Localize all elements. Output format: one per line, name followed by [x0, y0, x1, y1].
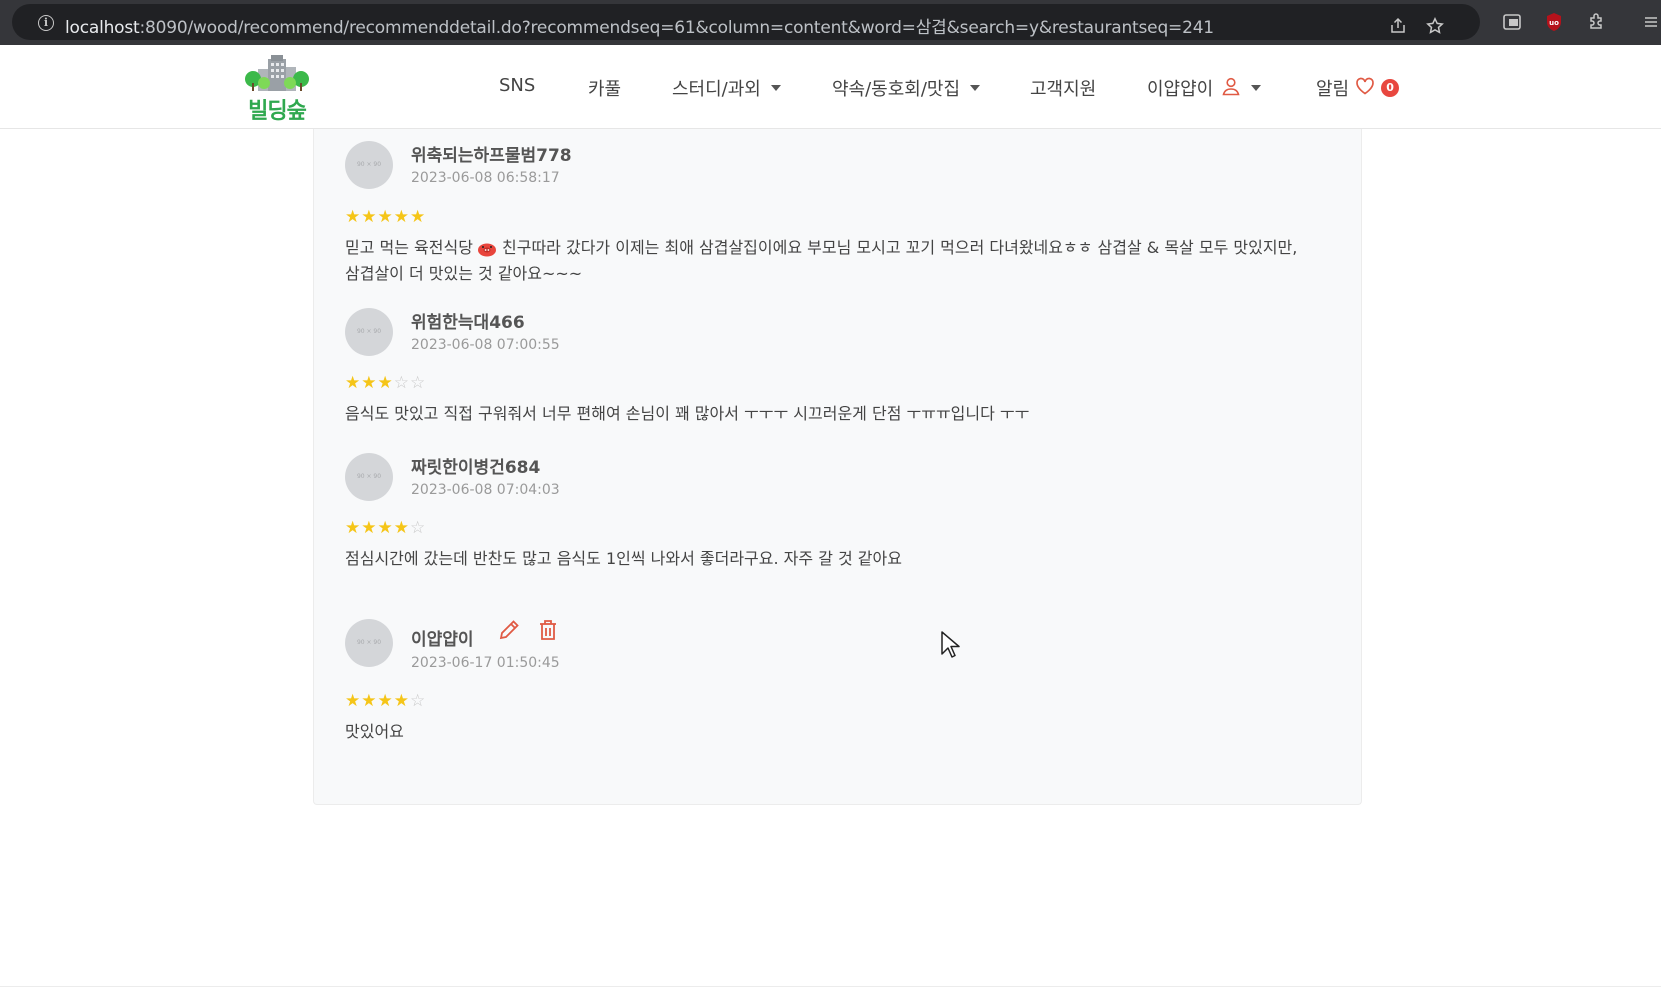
stars-empty: ☆ — [409, 518, 427, 538]
review-content: 점심시간에 갔는데 반찬도 많고 음식도 1인씩 나와서 좋더라구요. 자주 갈… — [345, 549, 902, 568]
footer-divider — [0, 986, 1661, 987]
nav-meet-label: 약속/동호회/맛집 — [832, 79, 961, 100]
star-rating: ★★★★☆ — [345, 518, 426, 538]
review-item: 90 × 90 짜릿한이병건684 2023-06-08 07:04:03 ★★… — [345, 453, 1345, 568]
star-rating: ★★★★★ — [345, 207, 426, 227]
review-nickname: 위험한늑대466 — [411, 313, 525, 333]
nav-alarm[interactable]: 알림 0 — [1316, 75, 1400, 101]
nav-alarm-label: 알림 — [1316, 79, 1350, 100]
stars-empty: ☆☆ — [393, 373, 427, 393]
review-item-own: 90 × 90 이얍얍이 2023-06-17 01:50:45 ★★★★☆ 맛… — [345, 617, 1345, 741]
avatar: 90 × 90 — [345, 141, 393, 189]
bookmark-star-icon[interactable] — [1421, 12, 1449, 40]
review-nickname: 위축되는하프물범778 — [411, 146, 572, 166]
url-text[interactable]: localhost:8090/wood/recommend/recommendd… — [65, 13, 1214, 38]
stars-filled: ★★★★★ — [345, 207, 427, 227]
nav-carpool[interactable]: 카풀 — [588, 75, 621, 101]
stars-empty: ☆ — [409, 691, 427, 711]
nav-study-label: 스터디/과외 — [672, 79, 761, 100]
review-content-text-a: 믿고 먹는 육전식당 — [345, 238, 473, 257]
review-date: 2023-06-17 01:50:45 — [411, 655, 560, 671]
nav-support-label: 고객지원 — [1030, 79, 1097, 100]
nav-study[interactable]: 스터디/과외 — [672, 75, 781, 101]
user-icon — [1221, 76, 1241, 101]
extensions-puzzle-icon[interactable] — [1583, 8, 1611, 36]
svg-text:uo: uo — [1549, 19, 1559, 27]
review-content-text-c: 삼겹살이 더 맛있는 것 같아요~~~ — [345, 264, 583, 283]
review-content: 맛있어요 — [345, 722, 404, 741]
stars-filled: ★★★ — [345, 373, 394, 393]
nav-sns-label: SNS — [499, 75, 536, 96]
site-header: 빌딩숲 SNS 카풀 스터디/과외 약속/동호회/맛집 고객지원 이얍얍이 알림… — [0, 45, 1661, 129]
review-list-card: 90 × 90 위축되는하프물범778 2023-06-08 06:58:17 … — [313, 129, 1362, 805]
star-rating: ★★★☆☆ — [345, 373, 426, 393]
mouse-cursor-icon — [940, 630, 962, 660]
heart-icon — [1355, 77, 1375, 100]
alarm-count-badge: 0 — [1381, 79, 1400, 97]
share-icon[interactable] — [1384, 12, 1412, 40]
star-rating: ★★★★☆ — [345, 691, 426, 711]
review-item: 90 × 90 위축되는하프물범778 2023-06-08 06:58:17 … — [345, 141, 1345, 283]
avatar: 90 × 90 — [345, 453, 393, 501]
main-nav: SNS 카풀 스터디/과외 약속/동호회/맛집 고객지원 이얍얍이 알림 0 — [0, 75, 1661, 101]
review-content: 믿고 먹는 육전식당 친구따라 갔다가 이제는 최애 삼겹살집이에요 부모님 모… — [345, 237, 1345, 285]
caret-down-icon — [970, 85, 981, 91]
nav-user-menu[interactable]: 이얍얍이 — [1147, 75, 1262, 101]
nav-carpool-label: 카풀 — [588, 79, 622, 100]
review-content: 음식도 맛있고 직접 구워줘서 너무 편해여 손님이 꽤 많아서 ㅜㅜㅜ 시끄러… — [345, 404, 1030, 423]
stars-filled: ★★★★ — [345, 691, 410, 711]
review-date: 2023-06-08 06:58:17 — [411, 170, 560, 186]
address-bar[interactable]: i localhost:8090/wood/recommend/recommen… — [12, 4, 1480, 40]
ublock-extension-icon[interactable]: uo — [1540, 8, 1568, 36]
info-icon[interactable]: i — [38, 15, 54, 31]
avatar: 90 × 90 — [345, 308, 393, 356]
stars-filled: ★★★★ — [345, 518, 410, 538]
review-date: 2023-06-08 07:04:03 — [411, 482, 560, 498]
url-path: :8090/wood/recommend/recommenddetail.do?… — [139, 18, 1215, 38]
pig-emoji-icon — [477, 239, 497, 263]
edit-pencil-icon[interactable] — [496, 617, 522, 643]
nav-meet[interactable]: 약속/동호회/맛집 — [832, 75, 981, 101]
browser-toolbar: i localhost:8090/wood/recommend/recommen… — [0, 0, 1661, 45]
caret-down-icon — [770, 85, 781, 91]
url-host: localhost — [65, 18, 140, 38]
delete-trash-icon[interactable] — [535, 617, 561, 643]
nav-sns[interactable]: SNS — [499, 75, 535, 96]
review-date: 2023-06-08 07:00:55 — [411, 337, 560, 353]
nav-user-label: 이얍얍이 — [1147, 79, 1214, 100]
caret-down-icon — [1251, 85, 1262, 91]
tab-search-icon[interactable] — [1498, 8, 1526, 36]
menu-icon[interactable] — [1636, 8, 1661, 36]
review-content-text-b: 친구따라 갔다가 이제는 최애 삼겹살집이에요 부모님 모시고 꼬기 먹으러 다… — [496, 238, 1298, 257]
avatar: 90 × 90 — [345, 619, 393, 667]
review-item: 90 × 90 위험한늑대466 2023-06-08 07:00:55 ★★★… — [345, 308, 1345, 423]
nav-support[interactable]: 고객지원 — [1030, 75, 1096, 101]
review-nickname: 짜릿한이병건684 — [411, 458, 541, 478]
review-nickname: 이얍얍이 — [411, 630, 474, 650]
